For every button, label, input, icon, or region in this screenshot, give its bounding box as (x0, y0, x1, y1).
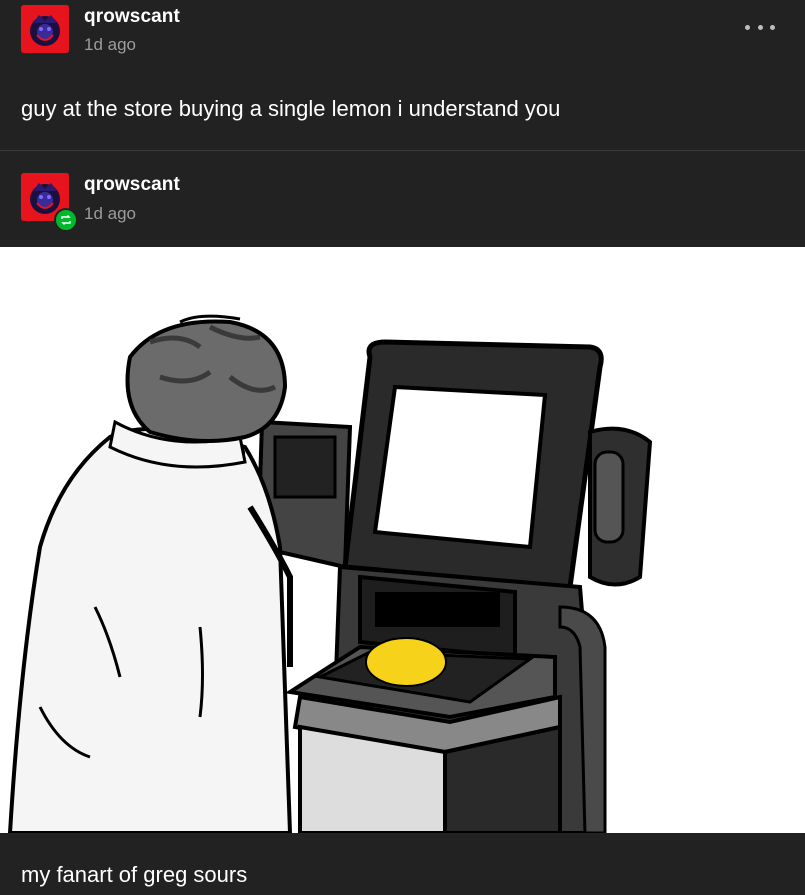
avatar-image (21, 5, 69, 53)
more-icon[interactable] (745, 19, 775, 35)
username[interactable]: qrowscant (84, 6, 180, 28)
post-body-text: guy at the store buying a single lemon i… (21, 96, 561, 121)
post-header: qrowscant 1d ago (0, 0, 805, 78)
timestamp[interactable]: 1d ago (84, 204, 136, 224)
reblog-header: qrowscant 1d ago (0, 151, 805, 350)
fanart-drawing (7, 314, 653, 833)
reblog-icon (54, 208, 78, 232)
timestamp[interactable]: 1d ago (84, 35, 136, 55)
username[interactable]: qrowscant (84, 174, 180, 196)
post-image[interactable] (0, 247, 805, 833)
post-caption: my fanart of greg sours (21, 862, 248, 887)
avatar[interactable] (21, 5, 69, 53)
